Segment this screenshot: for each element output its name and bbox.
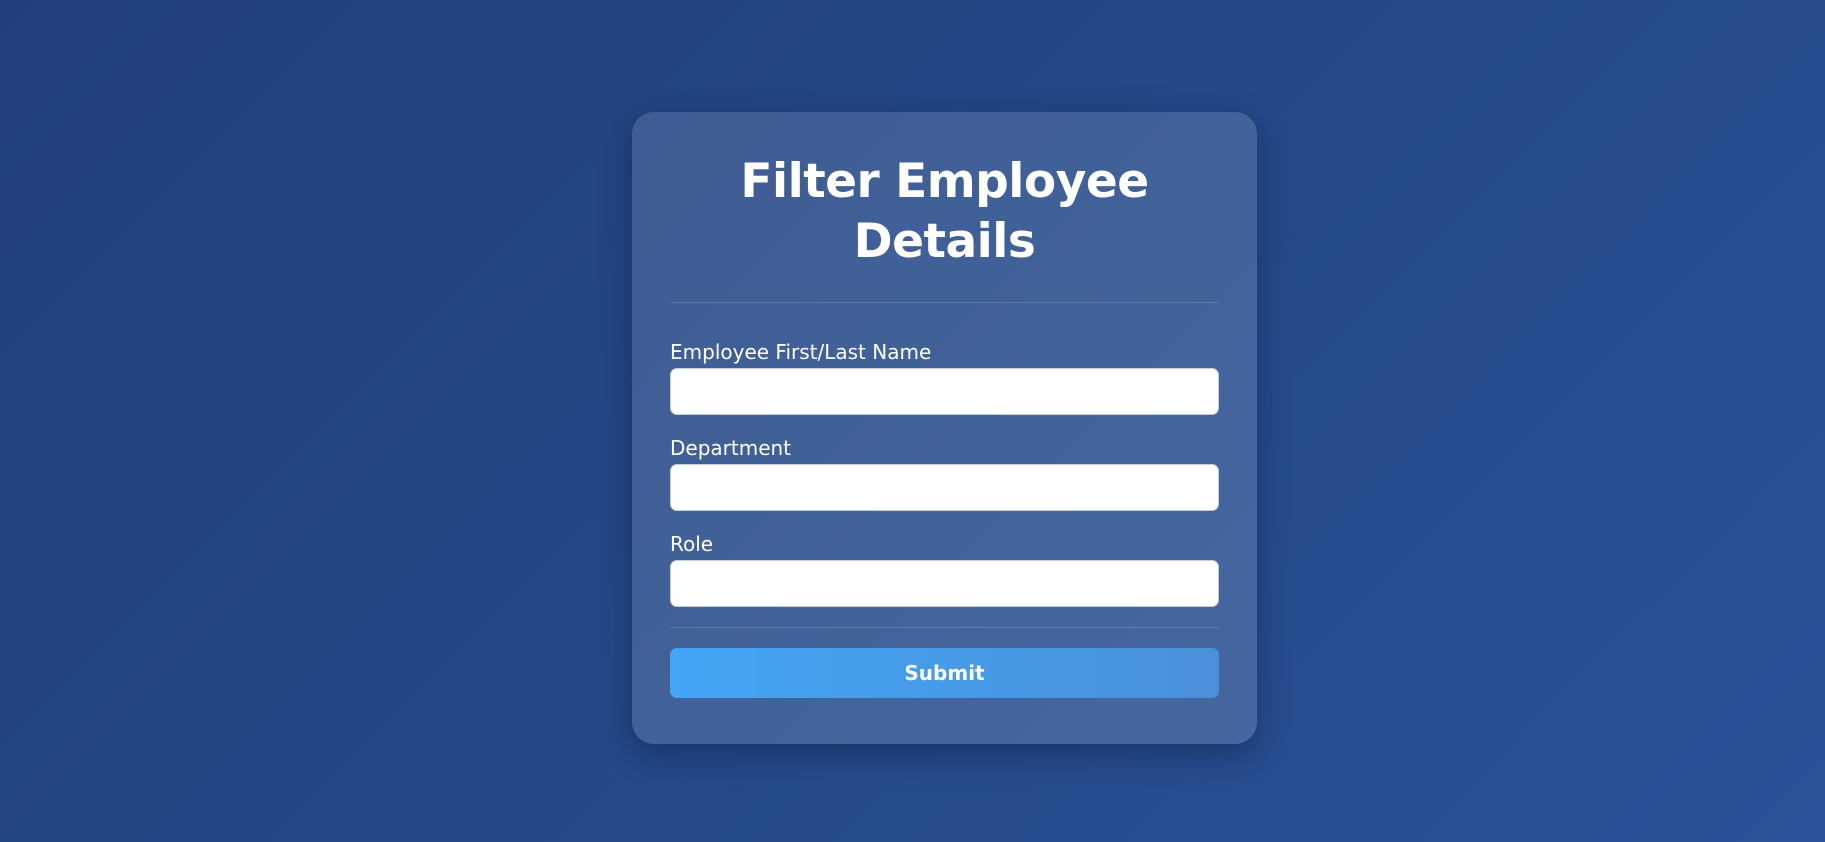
submit-button[interactable]: Submit [670,648,1219,698]
role-field-group: Role [670,532,1219,607]
employee-name-input[interactable] [670,368,1219,415]
department-label: Department [670,436,792,460]
employee-name-field-group: Employee First/Last Name [670,340,1219,415]
form-title-line-1: Filter Employee [740,154,1149,209]
form-divider [670,627,1219,628]
title-divider [670,302,1219,303]
role-input[interactable] [670,560,1219,607]
department-input[interactable] [670,464,1219,511]
role-label: Role [670,532,714,556]
department-field-group: Department [670,436,1219,511]
filter-form-card: Filter Employee Details Employee First/L… [632,112,1257,744]
form-title-line-2: Details [853,214,1036,269]
form-title: Filter Employee Details [670,152,1219,272]
employee-name-label: Employee First/Last Name [670,340,932,364]
